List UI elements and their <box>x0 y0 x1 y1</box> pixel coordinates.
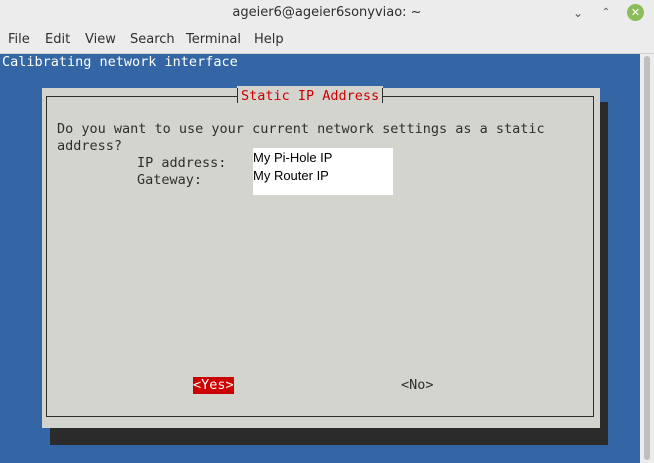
question-line-1: Do you want to use your current network … <box>57 121 545 137</box>
gateway-value: My Router IP <box>253 168 329 183</box>
minimize-button[interactable]: ⌄ <box>570 5 586 21</box>
question-line-2: address? <box>57 138 123 154</box>
menu-bar: File Edit View Search Terminal Help <box>0 27 654 54</box>
menu-help[interactable]: Help <box>254 32 284 47</box>
maximize-button[interactable]: ⌃ <box>598 5 614 21</box>
menu-file[interactable]: File <box>8 32 30 47</box>
backtitle: Calibrating network interface <box>2 54 238 70</box>
menu-search[interactable]: Search <box>130 32 175 47</box>
scrollbar-thumb[interactable] <box>644 56 650 460</box>
title-bar: ageier6@ageier6sonyviao: ~ ⌄ ⌃ ✕ <box>0 0 654 27</box>
close-button[interactable]: ✕ <box>627 4 644 21</box>
no-button[interactable]: <No> <box>401 377 434 394</box>
dialog-title: Static IP Address <box>237 86 384 106</box>
ip-address-label: IP address: <box>137 155 227 171</box>
scrollbar[interactable] <box>640 54 654 463</box>
menu-view[interactable]: View <box>85 32 116 47</box>
gateway-label: Gateway: <box>137 172 203 188</box>
window-title: ageier6@ageier6sonyviao: ~ <box>232 5 422 20</box>
menu-terminal[interactable]: Terminal <box>186 32 241 47</box>
ip-address-value: My Pi-Hole IP <box>253 150 333 165</box>
yes-button[interactable]: <Yes> <box>193 377 234 394</box>
menu-edit[interactable]: Edit <box>45 32 70 47</box>
